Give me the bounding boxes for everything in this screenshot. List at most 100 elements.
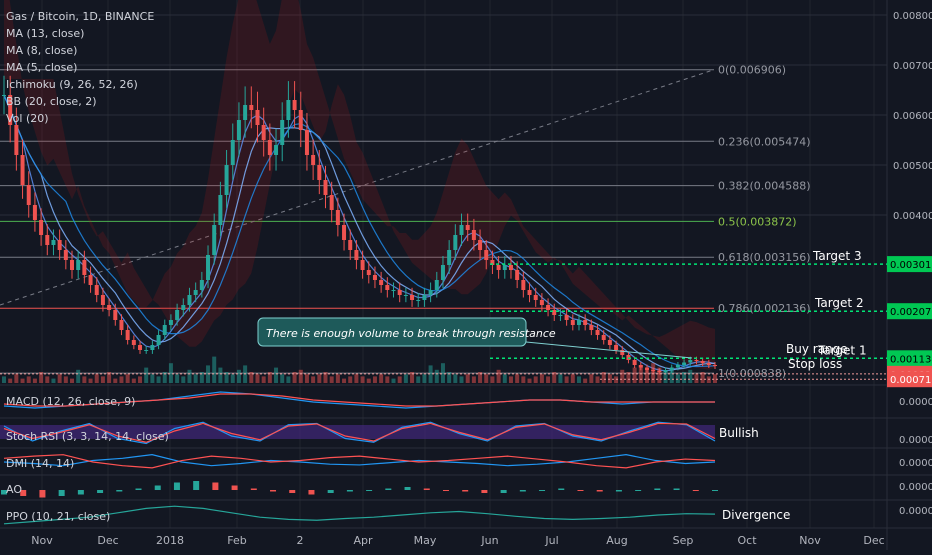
volume-bar [119,376,124,383]
legend-ichimoku[interactable]: Ichimoku (9, 26, 52, 26) [6,78,138,91]
candle-body [144,350,149,351]
candle-body [311,155,316,165]
volume-bar [20,378,25,383]
candle-body [583,320,588,325]
x-tick-label: Aug [606,534,627,547]
fib-level-label: 0.5(0.003872) [718,215,797,228]
candle-body [317,165,322,180]
volume-bar [311,376,316,383]
volume-bar [156,376,161,383]
volume-bar [539,374,544,383]
candle-body [82,260,87,275]
ichimoku-cloud [4,0,715,370]
volume-bar [181,376,186,383]
candle-body [682,362,687,365]
candle-body [471,230,476,240]
ao-bar [615,490,622,492]
candle-body [304,130,309,155]
volume-bar [144,367,149,383]
ao-title[interactable]: AO [6,483,22,496]
ao-bar [327,490,334,493]
x-tick-label: Dec [97,534,118,547]
ppo-title[interactable]: PPO (10, 21, close) [6,510,110,523]
legend-ma8[interactable]: MA (8, close) [6,44,77,57]
volume-bar [348,376,353,383]
candle-body [45,235,50,245]
candle-body [70,260,75,270]
candle-body [335,210,340,225]
volume-bar [274,367,279,383]
ao-bar [442,490,449,491]
x-tick-label: Dec [863,534,884,547]
candle-body [434,280,439,290]
volume-bar [14,374,19,383]
ao-bar [308,490,315,495]
chart-canvas[interactable]: 0(0.006906) 0.236(0.005474) 0.382(0.004588… [0,0,932,550]
candle-body [669,367,674,370]
candle-body [644,367,649,370]
volume-bar [218,367,223,383]
ao-bar [673,488,680,490]
ao-bar [58,490,65,496]
pane-y-tick-label: 0.0000 [899,506,932,517]
ao-bar [712,490,718,491]
fib-level-label: 0(0.006906) [718,64,786,77]
pane-y-tick-label: 0.0000 [899,397,932,408]
candle-body [478,240,483,250]
volume-bar [632,367,637,383]
ao-bar [462,490,469,492]
chart-title: Gas / Bitcoin, 1D, BINANCE [6,10,154,23]
candle-body [39,220,44,235]
candle-body [119,320,124,330]
volume-bar [570,374,575,383]
fib-level-label: 0.236(0.005474) [718,135,811,148]
legend-ma13[interactable]: MA (13, close) [6,27,84,40]
stochrsi-title[interactable]: Stoch RSI (3, 3, 14, 14, close) [6,430,169,443]
candle-body [447,250,452,265]
candle-body [168,320,173,325]
volume-bar [533,376,538,383]
candle-body [212,225,217,255]
x-tick-label: Apr [353,534,373,547]
candle-body [267,140,272,155]
volume-bar [8,378,13,383]
legend-ma5[interactable]: MA (5, close) [6,61,77,74]
volume-bar [125,374,130,383]
candle-body [700,361,705,363]
buy-range-label: Buy range [786,342,848,356]
candle-body [465,225,470,230]
candle-body [125,330,130,340]
candle-body [484,250,489,260]
legend-vol[interactable]: Vol (20) [6,112,49,125]
candle-body [607,340,612,345]
candle-body [663,370,668,372]
volume-bar [558,374,563,383]
legend-bb[interactable]: BB (20, close, 2) [6,95,97,108]
price-tag-text: 0.001134 [890,354,932,365]
x-tick-label: 2018 [156,534,184,547]
ao-bar [635,490,642,491]
ao-bar [596,490,603,492]
candle-body [94,285,99,295]
ao-bar [250,488,257,490]
candle-body [162,325,167,335]
candle-body [632,360,637,365]
candle-body [323,180,328,195]
candle-body [601,335,606,340]
candle-body [342,225,347,240]
dmi-title[interactable]: DMI (14, 14) [6,457,74,470]
volume-bar [94,374,99,383]
ao-bar [385,488,392,490]
x-tick-label: Jun [480,534,498,547]
ao-bar [423,488,430,490]
volume-bar [261,376,266,383]
volume-bar [76,369,81,383]
macd-title[interactable]: MACD (12, 26, close, 9) [6,395,135,408]
candle-body [539,300,544,305]
candle-body [675,365,680,368]
volume-bar [675,374,680,383]
ao-bar [654,488,661,490]
candle-body [366,270,371,275]
ao-bar [154,485,161,490]
volume-bar [471,376,476,383]
